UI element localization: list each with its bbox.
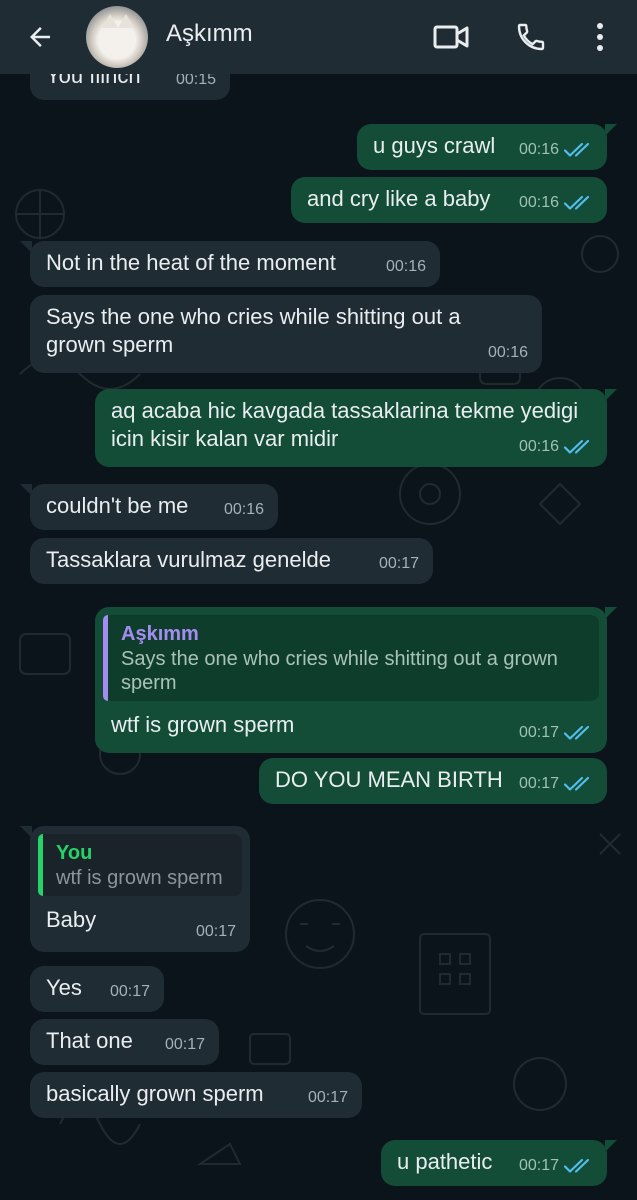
message-timestamp: 00:16	[224, 496, 264, 524]
timestamp-text: 00:17	[518, 775, 559, 792]
timestamp-text: 00:16	[487, 344, 528, 361]
back-arrow-icon	[30, 27, 50, 47]
incoming-message[interactable]: Says the one who cries while shitting ou…	[30, 295, 542, 373]
message-timestamp: 00:17	[379, 550, 419, 578]
message-timestamp: 00:17	[519, 770, 593, 798]
phone-icon	[517, 23, 545, 51]
timestamp-text: 00:16	[518, 141, 559, 158]
incoming-message[interactable]: Tassaklara vurulmaz genelde 00:17	[30, 538, 433, 584]
read-receipt-icon	[563, 1158, 590, 1173]
outgoing-message[interactable]: u pathetic 00:17	[381, 1140, 617, 1186]
message-timestamp: 00:16	[519, 433, 593, 461]
quote-bar	[38, 834, 43, 896]
outgoing-message[interactable]: u guys crawl 00:16	[357, 124, 617, 170]
incoming-message[interactable]: You flinch 00:15	[30, 74, 230, 100]
read-receipt-icon	[563, 776, 590, 791]
timestamp-text: 00:17	[307, 1089, 348, 1106]
timestamp-text: 00:17	[378, 555, 419, 572]
outgoing-message[interactable]: aq acaba hic kavgada tassaklarina tekme …	[95, 389, 617, 467]
message-text: Tassaklara vurulmaz genelde	[46, 547, 331, 572]
quoted-message[interactable]: Aşkımm Says the one who cries while shitt…	[103, 615, 599, 701]
quote-author: Aşkımm	[121, 623, 199, 645]
message-timestamp: 00:16	[386, 253, 426, 281]
quote-text: Says the one who cries while shitting ou…	[121, 648, 558, 694]
message-text: basically grown sperm	[46, 1081, 264, 1106]
timestamp-text: 00:16	[223, 501, 264, 518]
contact-name[interactable]: Aşkımm	[166, 20, 253, 48]
quote-author: You	[56, 842, 93, 864]
message-timestamp: 00:15	[176, 74, 216, 94]
incoming-message[interactable]: Yes 00:17	[30, 966, 164, 1012]
quoted-message[interactable]: You wtf is grown sperm	[38, 834, 242, 896]
message-timestamp: 00:17	[519, 1152, 593, 1180]
quote-text: wtf is grown sperm	[56, 867, 223, 889]
timestamp-text: 00:17	[195, 923, 236, 940]
more-options-button[interactable]	[582, 0, 618, 74]
timestamp-text: 00:17	[518, 724, 559, 741]
read-receipt-icon	[563, 142, 590, 157]
message-text: Not in the heat of the moment	[46, 250, 336, 275]
chat-header: Aşkımm	[0, 0, 637, 74]
avatar[interactable]	[86, 6, 148, 68]
read-receipt-icon	[563, 725, 590, 740]
message-list[interactable]: You flinch 00:15 u guys crawl 00:16 and cry …	[0, 74, 637, 1200]
message-timestamp: 00:16	[519, 136, 593, 164]
incoming-message[interactable]: Not in the heat of the moment 00:16	[20, 241, 440, 287]
video-call-button[interactable]	[426, 0, 476, 74]
incoming-message[interactable]: couldn't be me 00:16	[20, 484, 278, 530]
message-timestamp: 00:17	[519, 719, 593, 747]
timestamp-text: 00:16	[518, 438, 559, 455]
message-text: Says the one who cries while shitting ou…	[46, 304, 467, 357]
message-timestamp: 00:16	[488, 339, 528, 367]
timestamp-text: 00:16	[518, 194, 559, 211]
back-button[interactable]	[14, 0, 66, 74]
incoming-message[interactable]: basically grown sperm 00:17	[30, 1072, 362, 1118]
message-timestamp: 00:17	[165, 1031, 205, 1059]
message-timestamp: 00:17	[308, 1084, 348, 1112]
timestamp-text: 00:17	[109, 983, 150, 1000]
read-receipt-icon	[563, 195, 590, 210]
voice-call-button[interactable]	[506, 0, 556, 74]
timestamp-text: 00:17	[518, 1157, 559, 1174]
message-timestamp: 00:17	[196, 918, 236, 946]
read-receipt-icon	[563, 439, 590, 454]
timestamp-text: 00:17	[164, 1036, 205, 1053]
timestamp-text: 00:15	[175, 74, 216, 88]
outgoing-message[interactable]: Aşkımm Says the one who cries while shitt…	[95, 607, 617, 753]
incoming-message[interactable]: That one 00:17	[30, 1019, 219, 1065]
message-timestamp: 00:17	[110, 978, 150, 1006]
incoming-message[interactable]: You wtf is grown sperm Baby 00:17	[20, 826, 250, 952]
video-call-icon	[433, 25, 469, 49]
message-timestamp: 00:16	[519, 189, 593, 217]
quote-bar	[103, 615, 108, 701]
outgoing-message[interactable]: DO YOU MEAN BIRTH 00:17	[259, 758, 607, 804]
more-vert-icon	[597, 23, 603, 51]
outgoing-message[interactable]: and cry like a baby 00:16	[291, 177, 607, 223]
timestamp-text: 00:16	[385, 258, 426, 275]
